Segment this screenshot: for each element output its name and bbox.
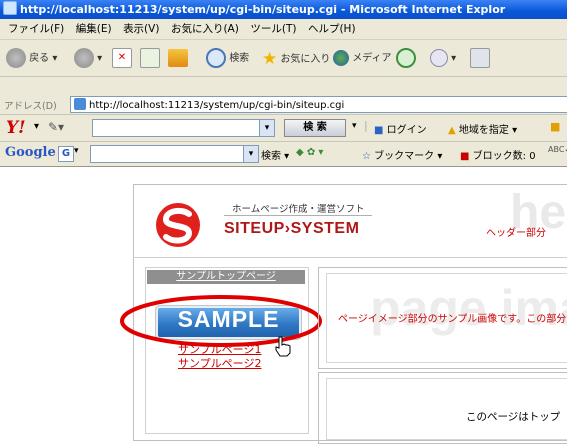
google-menu-dropdown[interactable]: ▾ xyxy=(74,146,79,156)
header-text: ヘッダー部分 xyxy=(486,228,546,239)
yahoo-logo-dropdown[interactable]: ▾ xyxy=(34,121,39,132)
popup-block-icon: ■ xyxy=(460,151,470,162)
login-label: ログイン xyxy=(386,125,427,136)
search-icon xyxy=(206,48,226,68)
google-bookmarks-button[interactable]: ☆ ブックマーク ▾ xyxy=(362,147,442,162)
print-icon xyxy=(470,48,490,68)
yahoo-toolbar: Y! ▾ ✎▾ ▾ 検 索 ▾ | ■ ログイン ▲ 地域を指定 ▾ ■ xyxy=(0,115,567,142)
menu-file[interactable]: ファイル(F) xyxy=(8,23,64,35)
media-label: メディア xyxy=(352,53,392,64)
favorites-label: お気に入り xyxy=(280,54,331,65)
menu-tools[interactable]: ツール(T) xyxy=(250,23,296,35)
google-toolbar: Google G ▾ ▾ 検索 ▾ ◆ ✿ ▾ ☆ ブックマーク ▾ ■ ブロッ… xyxy=(0,142,567,167)
menu-view[interactable]: 表示(V) xyxy=(123,23,159,35)
refresh-icon xyxy=(140,48,160,68)
history-icon xyxy=(396,48,416,68)
google-g-icon[interactable]: G xyxy=(58,146,74,162)
back-button[interactable]: 戻る ▾ xyxy=(6,48,57,70)
media-button[interactable]: メディア xyxy=(333,48,392,70)
forward-button[interactable]: ▾ xyxy=(74,48,102,70)
google-search-input[interactable] xyxy=(90,145,248,163)
block-count-label: ブロック数: 0 xyxy=(472,151,536,162)
address-label: アドレス(D) xyxy=(4,101,57,112)
yahoo-search-input[interactable] xyxy=(92,119,264,137)
google-search-dropdown[interactable]: ▾ xyxy=(243,145,259,163)
stop-icon: ✕ xyxy=(112,48,132,68)
address-input[interactable]: http://localhost:11213/system/up/cgi-bin… xyxy=(70,96,567,113)
bookmarks-label: ブックマーク xyxy=(374,151,435,162)
logo-divider xyxy=(224,215,372,216)
google-logo[interactable]: Google xyxy=(5,145,56,160)
address-url: http://localhost:11213/system/up/cgi-bin… xyxy=(89,100,345,111)
back-arrow-icon xyxy=(6,48,26,68)
mail-icon xyxy=(430,49,448,67)
region-icon: ▲ xyxy=(448,125,456,136)
logo-name: SITEUP›SYSTEM xyxy=(224,220,360,237)
yahoo-search-button[interactable]: 検 索 xyxy=(284,119,346,137)
yahoo-region-button[interactable]: ▲ 地域を指定 ▾ xyxy=(448,121,517,136)
print-button[interactable] xyxy=(470,48,490,70)
star-icon: ★ xyxy=(262,49,278,69)
menu-help[interactable]: ヘルプ(H) xyxy=(308,23,356,35)
yahoo-search-options[interactable]: ▾ xyxy=(352,121,357,131)
history-button[interactable] xyxy=(396,48,416,70)
home-button[interactable] xyxy=(168,48,188,70)
menu-bar: ファイル(F) 編集(E) 表示(V) お気に入り(A) ツール(T) ヘルプ(… xyxy=(0,19,567,40)
nav-top-link[interactable]: サンプルトップページ xyxy=(147,270,305,284)
yahoo-logo[interactable]: Y! xyxy=(6,118,26,138)
login-icon: ■ xyxy=(374,125,384,136)
logo-tagline: ホームページ作成・運営ソフト xyxy=(232,204,365,215)
yahoo-extra-icon[interactable]: ■ xyxy=(550,120,560,133)
google-search-button[interactable]: 検索 ▾ xyxy=(261,147,289,162)
header-divider xyxy=(134,257,567,258)
siteup-logo-icon xyxy=(156,203,200,247)
nav-link-page2[interactable]: サンプルページ2 xyxy=(178,355,261,371)
home-icon xyxy=(168,49,188,67)
google-options-icons[interactable]: ◆ ✿ ▾ xyxy=(296,147,323,158)
window-title-bar: http://localhost:11213/system/up/cgi-bin… xyxy=(0,0,567,19)
google-search-label: 検索 xyxy=(261,151,281,162)
standard-toolbar: 戻る ▾ ▾ ✕ 検索 ★ お気に入り メディア ▾ xyxy=(0,40,567,77)
menu-edit[interactable]: 編集(E) xyxy=(76,23,112,35)
google-popup-blocker[interactable]: ■ ブロック数: 0 xyxy=(460,147,536,162)
image-caption: ページイメージ部分のサンプル画像です。この部分 xyxy=(338,314,567,325)
yahoo-search-dropdown[interactable]: ▾ xyxy=(259,119,275,137)
ie-page-icon xyxy=(3,1,17,15)
page-viewport: ホームページ作成・運営ソフト SITEUP›SYSTEM he ヘッダー部分 サ… xyxy=(0,167,567,444)
window-title: http://localhost:11213/system/up/cgi-bin… xyxy=(20,3,506,16)
back-label: 戻る xyxy=(29,53,50,64)
stop-button[interactable]: ✕ xyxy=(112,48,132,70)
refresh-button[interactable] xyxy=(140,48,160,70)
image-watermark: page ima xyxy=(370,280,567,336)
pencil-icon[interactable]: ✎▾ xyxy=(48,120,64,134)
yahoo-login-button[interactable]: ■ ログイン xyxy=(374,121,427,136)
spellcheck-icon[interactable]: ABC✓ xyxy=(548,145,567,154)
bookmark-star-icon: ☆ xyxy=(362,151,371,162)
region-label: 地域を指定 xyxy=(458,125,509,136)
body-text: このページはトップ xyxy=(466,411,561,423)
menu-favorites[interactable]: お気に入り(A) xyxy=(171,23,239,35)
forward-arrow-icon xyxy=(74,48,94,68)
search-label: 検索 xyxy=(229,53,250,64)
search-button[interactable]: 検索 xyxy=(206,48,249,70)
hand-cursor-icon xyxy=(275,336,291,357)
toolbar-separator: | xyxy=(364,119,368,132)
media-icon xyxy=(333,50,349,66)
toolbar-spacer xyxy=(0,77,567,94)
mail-button[interactable]: ▾ xyxy=(430,48,456,70)
favorites-button[interactable]: ★ お気に入り xyxy=(262,48,330,70)
page-icon xyxy=(74,98,86,110)
address-bar: アドレス(D) http://localhost:11213/system/up… xyxy=(0,94,567,115)
